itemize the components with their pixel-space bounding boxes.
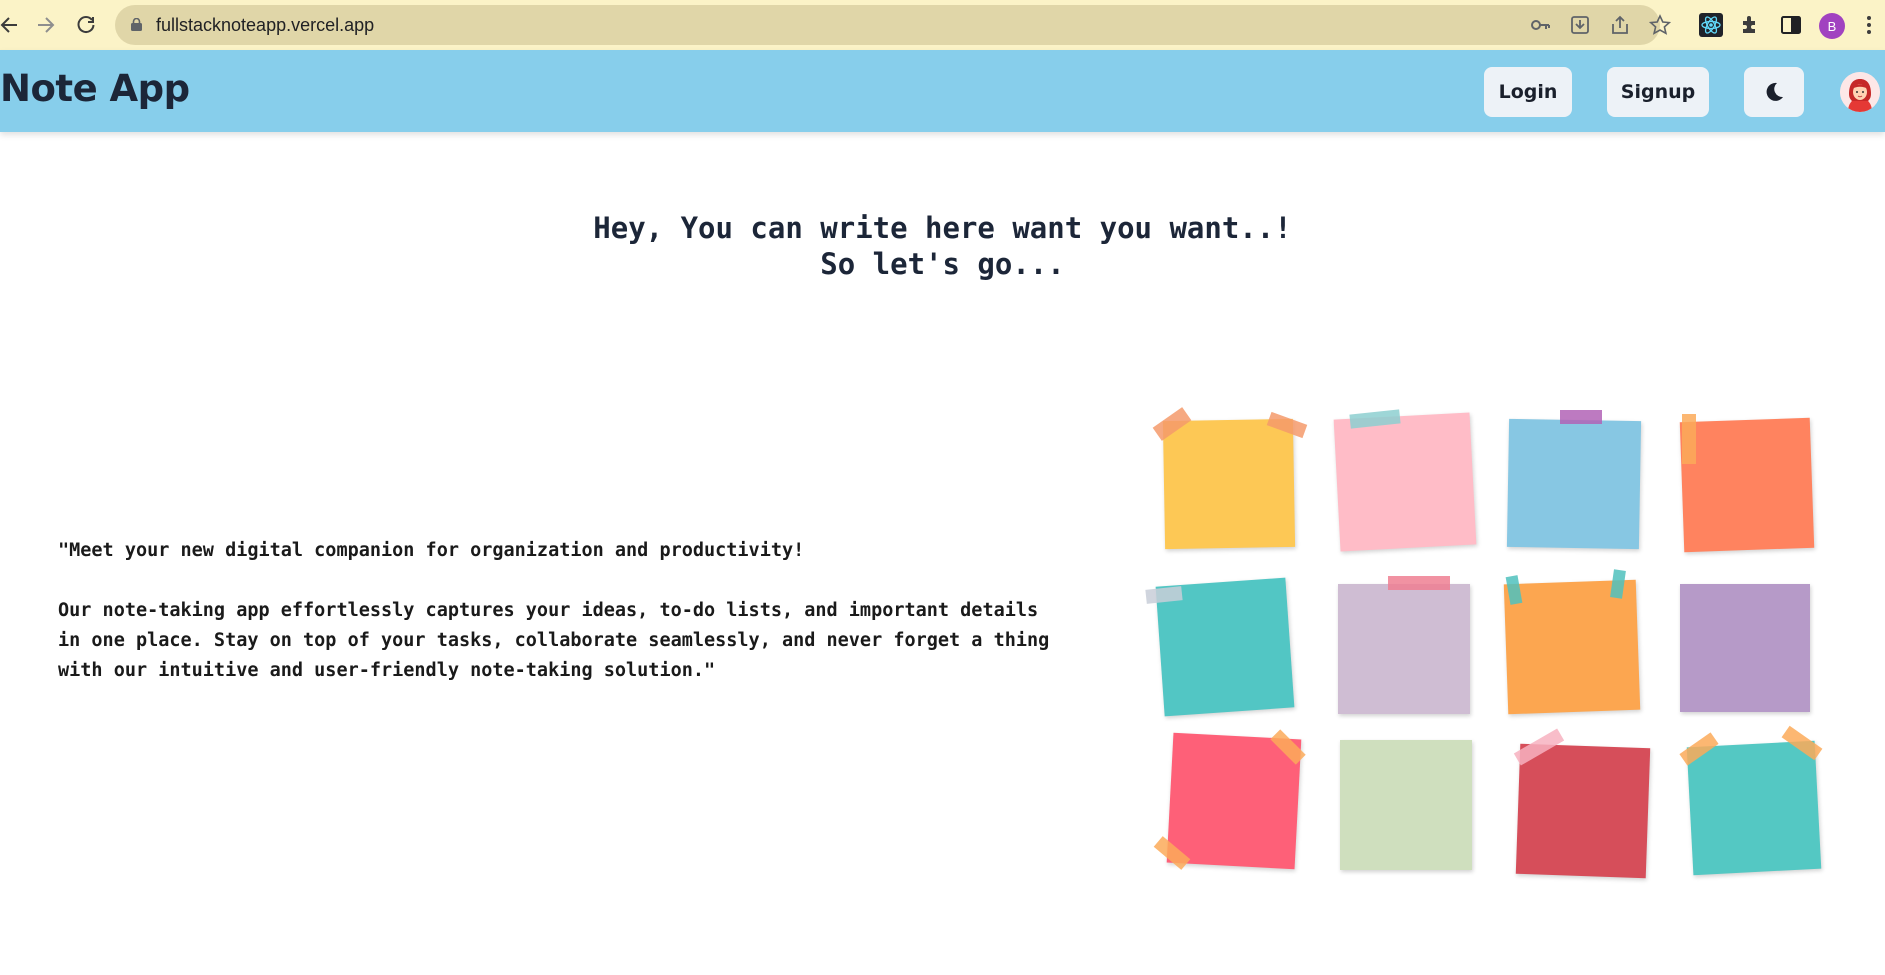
login-button[interactable]: Login <box>1484 67 1572 117</box>
address-bar[interactable]: fullstacknoteapp.vercel.app <box>115 5 1671 45</box>
profile-avatar[interactable]: B <box>1819 13 1845 39</box>
install-app-icon[interactable] <box>1569 14 1591 36</box>
user-avatar[interactable] <box>1840 72 1880 112</box>
description-paragraph-2: Our note-taking app effortlessly capture… <box>58 600 1050 681</box>
brand-title[interactable]: Note App <box>0 67 190 110</box>
hero-line-2: So let's go... <box>820 247 1065 281</box>
sticky-note <box>1515 743 1651 879</box>
sticky-notes-illustration <box>1140 400 1840 900</box>
app-navbar: Note App Login Signup <box>0 50 1885 132</box>
user-avatar-icon <box>1840 72 1880 112</box>
side-panel-icon[interactable] <box>1779 13 1803 37</box>
tape <box>1388 576 1450 590</box>
description-paragraph-1: "Meet your new digital companion for org… <box>58 540 805 561</box>
bookmark-star-icon[interactable] <box>1649 14 1671 36</box>
app-description: "Meet your new digital companion for org… <box>58 536 1068 686</box>
forward-arrow-icon[interactable] <box>31 10 61 40</box>
hero-heading: Hey, You can write here want you want..!… <box>0 210 1885 282</box>
sticky-note <box>1686 740 1822 876</box>
theme-toggle-button[interactable] <box>1744 67 1804 117</box>
react-devtools-icon[interactable] <box>1699 13 1723 37</box>
moon-icon <box>1766 82 1783 101</box>
sticky-note <box>1162 418 1296 550</box>
sticky-note <box>1680 584 1810 712</box>
sticky-note <box>1340 740 1472 870</box>
sticky-note <box>1679 417 1815 553</box>
tape <box>1560 410 1602 424</box>
sticky-note <box>1333 412 1477 552</box>
hero-line-1: Hey, You can write here want you want..! <box>593 211 1292 245</box>
sticky-note <box>1506 418 1642 550</box>
sticky-note <box>1338 584 1470 714</box>
browser-toolbar: fullstacknoteapp.vercel.app B <box>0 0 1885 50</box>
back-arrow-icon[interactable] <box>0 10 24 40</box>
url-text: fullstacknoteapp.vercel.app <box>156 15 375 35</box>
share-icon[interactable] <box>1609 14 1631 36</box>
lock-icon <box>131 18 142 31</box>
tape <box>1682 414 1696 464</box>
key-icon[interactable] <box>1529 14 1551 36</box>
signup-button[interactable]: Signup <box>1607 67 1709 117</box>
more-menu-icon[interactable] <box>1866 14 1872 36</box>
extensions-puzzle-icon[interactable] <box>1739 13 1763 37</box>
reload-icon[interactable] <box>71 10 101 40</box>
sticky-note <box>1503 579 1641 715</box>
sticky-note <box>1166 732 1302 870</box>
